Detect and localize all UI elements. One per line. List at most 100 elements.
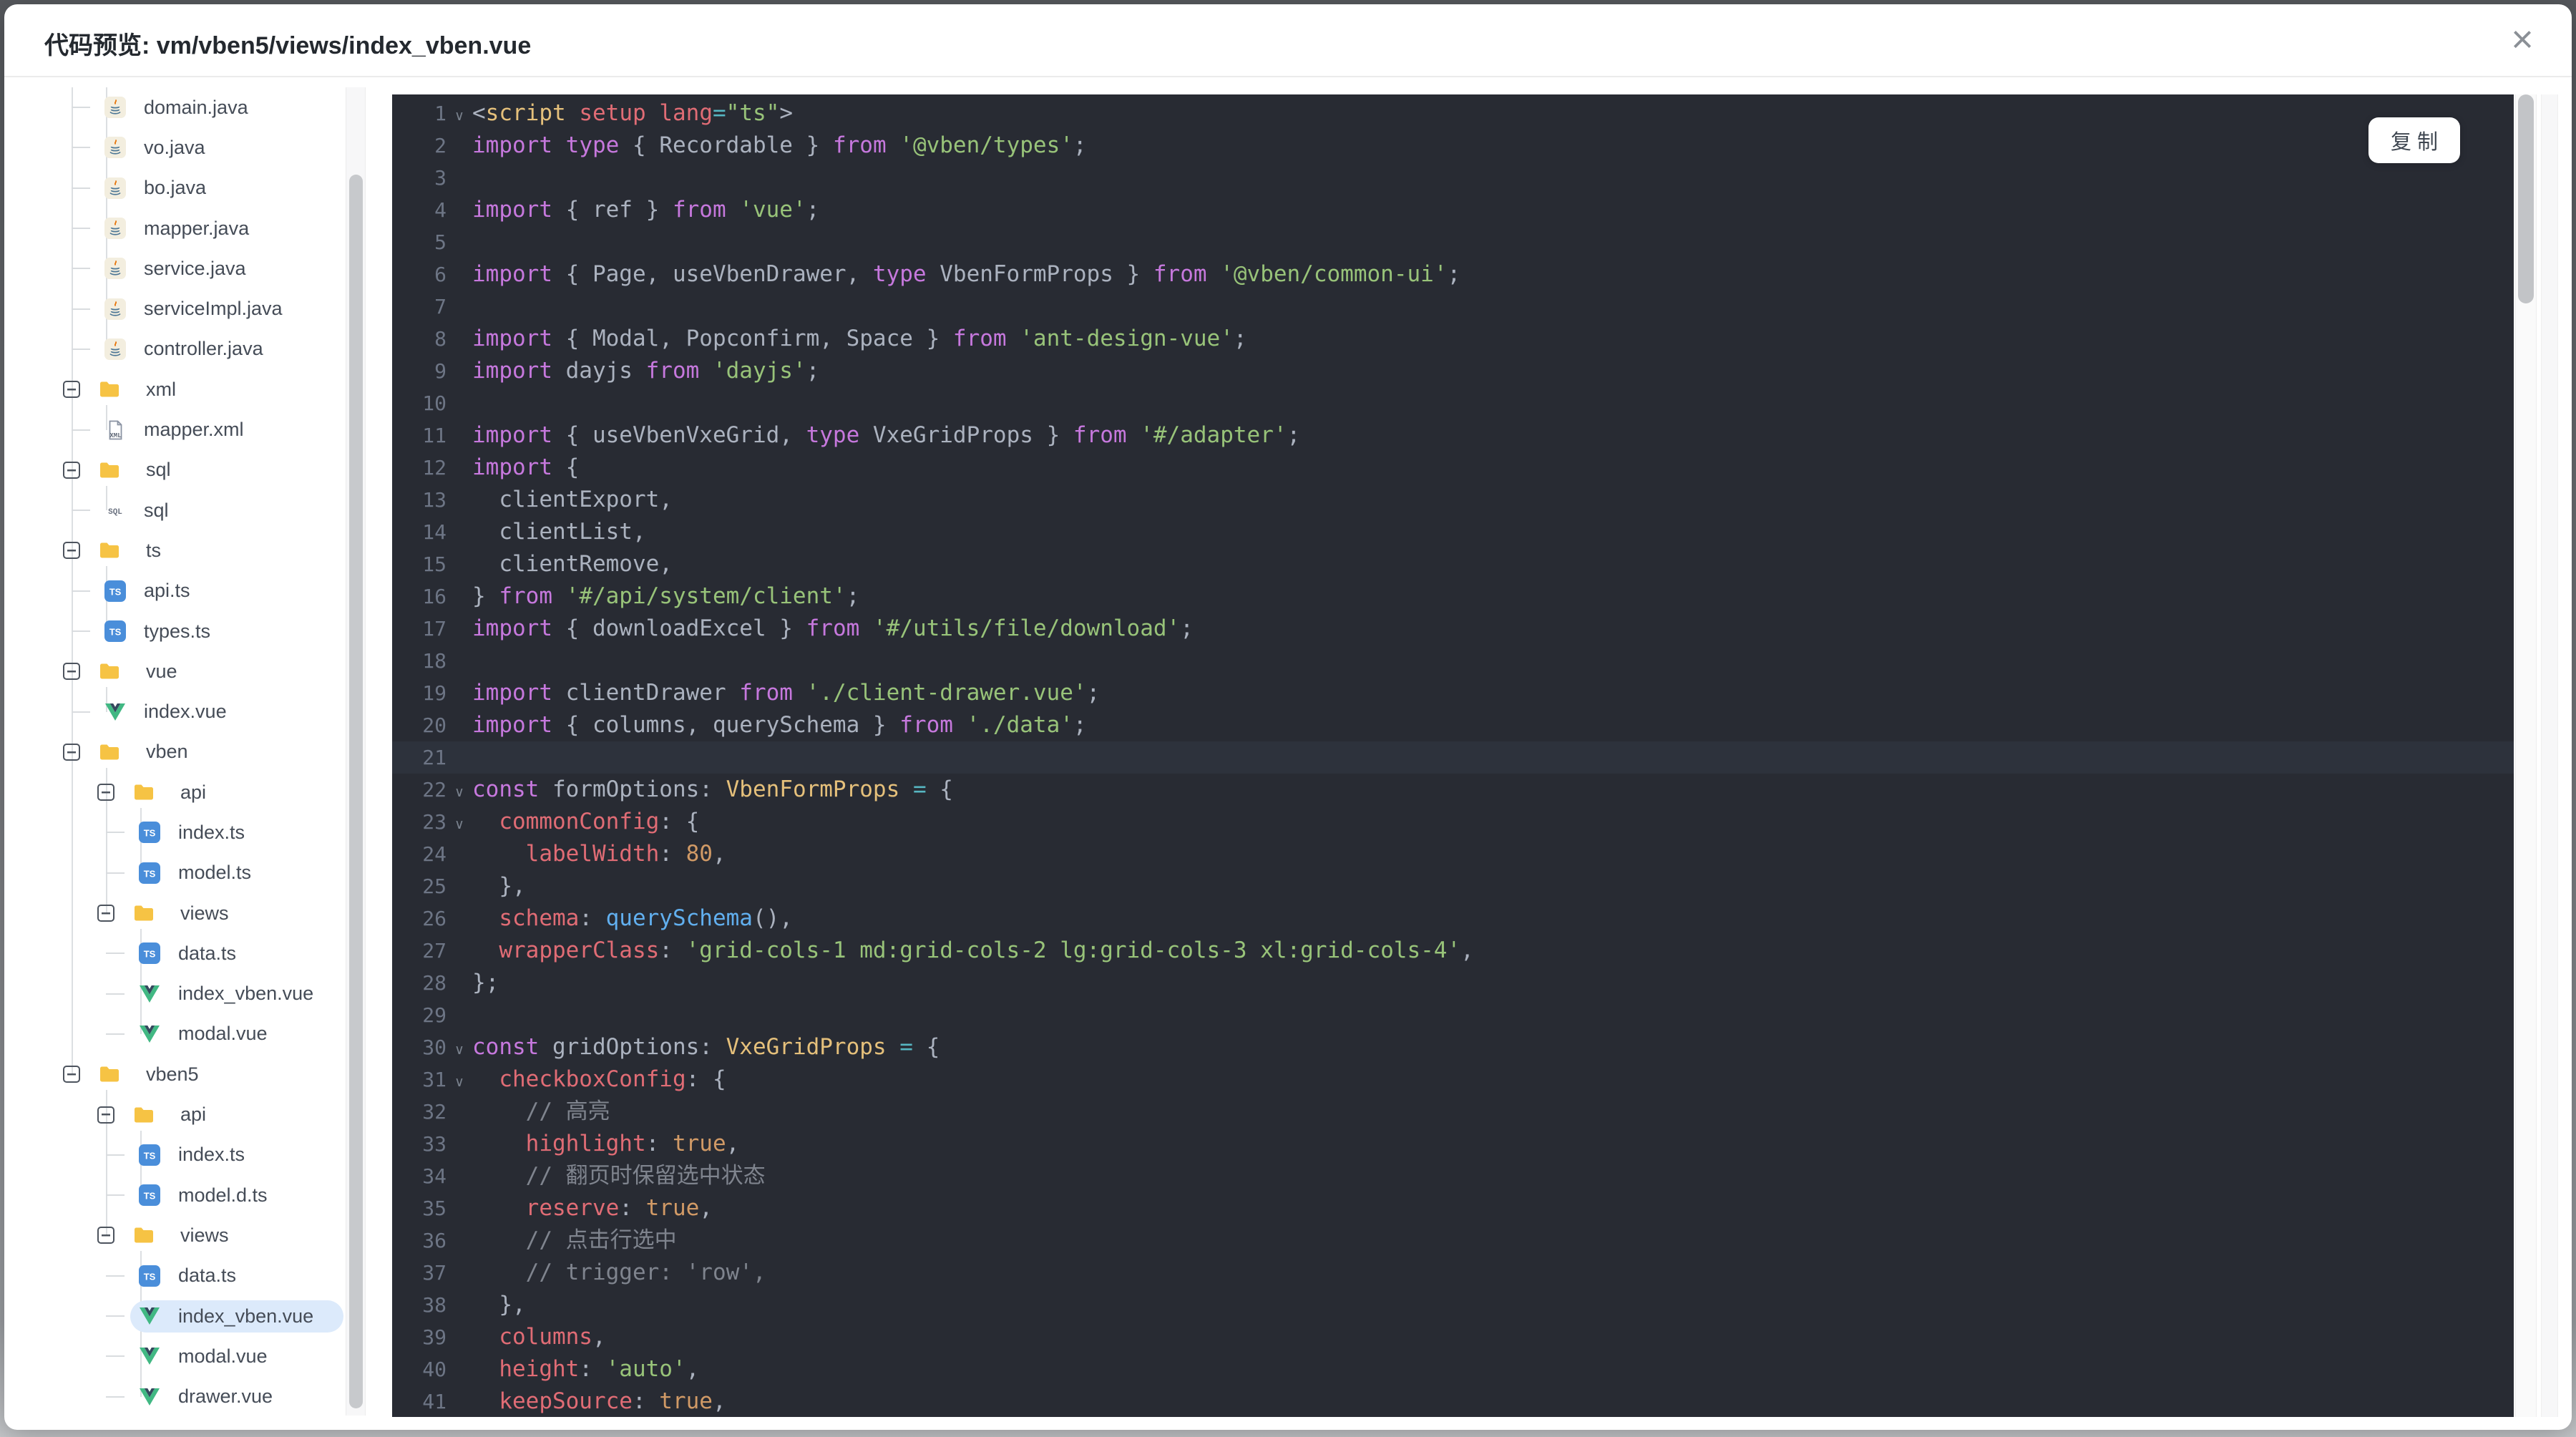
tree-file-modal-vue[interactable]: modal.vue — [4, 1336, 384, 1376]
tree-item[interactable]: vo.java — [96, 132, 235, 164]
fold-chevron-icon[interactable]: ∨ — [447, 1036, 472, 1058]
tree-folder-views[interactable]: views — [4, 893, 384, 933]
tree-file-serviceimpl-java[interactable]: serviceImpl.java — [4, 288, 384, 328]
tree-item[interactable]: TS model.d.ts — [130, 1179, 298, 1212]
tree-item[interactable]: SQL sql — [96, 495, 199, 527]
code-text: }, — [472, 873, 526, 899]
close-icon[interactable]: × — [2497, 14, 2547, 64]
code-line-18: 18 — [392, 645, 2514, 677]
collapse-expander-icon[interactable] — [63, 461, 80, 479]
tree-item-label: vben5 — [146, 1063, 199, 1085]
tree-item[interactable]: bo.java — [96, 172, 236, 204]
collapse-expander-icon[interactable] — [97, 1227, 114, 1244]
tree-folder-vben5[interactable]: vben5 — [4, 1054, 384, 1094]
code-text: height: 'auto', — [472, 1356, 700, 1382]
tree-item[interactable]: drawer.vue — [130, 1380, 303, 1413]
tree-item[interactable]: service.java — [96, 253, 276, 285]
tree-item[interactable]: TS data.ts — [130, 1260, 266, 1292]
tree-file-index-vben-vue[interactable]: index_vben.vue — [4, 974, 384, 1014]
tree-file-index-vue[interactable]: index.vue — [4, 691, 384, 731]
tree-file-service-java[interactable]: service.java — [4, 248, 384, 288]
collapse-expander-icon[interactable] — [97, 1106, 114, 1124]
fold-chevron-icon[interactable]: ∨ — [447, 779, 472, 801]
tree-item-label: views — [180, 902, 229, 924]
tree-item[interactable]: TS types.ts — [96, 615, 240, 648]
tree-folder-vue[interactable]: vue — [4, 651, 384, 691]
tree-file-bo-java[interactable]: bo.java — [4, 168, 384, 208]
tree-file-data-ts[interactable]: TS data.ts — [4, 933, 384, 973]
code-line-1: 1 ∨ <script setup lang="ts"> — [392, 97, 2514, 130]
line-number: 4 — [434, 198, 447, 222]
tree-item[interactable]: mapper.java — [96, 213, 279, 245]
tree-folder-views[interactable]: views — [4, 1215, 384, 1255]
tree-item-label: sql — [144, 499, 169, 521]
tree-file-mapper-java[interactable]: mapper.java — [4, 208, 384, 248]
tree-item[interactable]: TS data.ts — [130, 937, 266, 970]
fold-chevron-icon[interactable]: ∨ — [447, 1068, 472, 1091]
tree-file-domain-java[interactable]: domain.java — [4, 87, 384, 127]
typescript-file-icon: TS — [139, 1265, 160, 1287]
tree-file-index-ts[interactable]: TS index.ts — [4, 1135, 384, 1175]
copy-button[interactable]: 复 制 — [2368, 117, 2460, 163]
tree-file-api-ts[interactable]: TS api.ts — [4, 571, 384, 611]
collapse-expander-icon[interactable] — [63, 663, 80, 681]
tree-item[interactable]: index.vue — [96, 696, 257, 728]
tree-file-drawer-vue[interactable]: drawer.vue — [4, 1377, 384, 1417]
tree-folder-ts[interactable]: ts — [4, 530, 384, 570]
tree-connector — [106, 1033, 125, 1035]
outer-scrollbar-track[interactable] — [2541, 94, 2558, 1417]
tree-item[interactable]: domain.java — [96, 92, 278, 124]
tree-file-index-ts[interactable]: TS index.ts — [4, 812, 384, 852]
tree-folder-vben[interactable]: vben — [4, 732, 384, 772]
tree-item[interactable]: modal.vue — [130, 1340, 298, 1373]
tree-item[interactable]: modal.vue — [130, 1018, 298, 1050]
tree-item[interactable]: index_vben.vue — [130, 978, 343, 1010]
tree-file-types-ts[interactable]: TS types.ts — [4, 611, 384, 651]
collapse-expander-icon[interactable] — [97, 905, 114, 922]
tree-item[interactable]: TS model.ts — [130, 857, 281, 889]
tree-folder-api[interactable]: api — [4, 772, 384, 812]
collapse-expander-icon[interactable] — [63, 743, 80, 761]
tree-file-model-ts[interactable]: TS model.ts — [4, 853, 384, 893]
tree-item[interactable]: serviceImpl.java — [96, 293, 313, 325]
folder-icon — [135, 905, 153, 921]
tree-file-model-d-ts[interactable]: TS model.d.ts — [4, 1175, 384, 1215]
tree-connector — [72, 268, 90, 270]
tree-item[interactable]: TS index.ts — [130, 817, 275, 849]
code-text: } from '#/api/system/client'; — [472, 583, 860, 609]
code-text: commonConfig: { — [472, 809, 700, 834]
tree-item[interactable]: XML mapper.xml — [96, 414, 274, 446]
tree-folder-xml[interactable]: xml — [4, 369, 384, 409]
collapse-expander-icon[interactable] — [63, 1066, 80, 1083]
code-scrollbar-track[interactable] — [2515, 94, 2537, 1417]
collapse-expander-icon[interactable] — [97, 784, 114, 802]
tree-file-mapper-xml[interactable]: XML mapper.xml — [4, 409, 384, 449]
collapse-expander-icon[interactable] — [63, 381, 80, 399]
tree-file-controller-java[interactable]: controller.java — [4, 329, 384, 369]
tree-file-data-ts[interactable]: TS data.ts — [4, 1256, 384, 1296]
fold-chevron-icon[interactable]: ∨ — [447, 102, 472, 125]
code-line-29: 29 — [392, 999, 2514, 1031]
tree-file-vo-java[interactable]: vo.java — [4, 127, 384, 167]
fold-chevron-icon[interactable]: ∨ — [447, 811, 472, 833]
tree-scrollbar-track[interactable] — [346, 87, 366, 1416]
tree-file-modal-vue[interactable]: modal.vue — [4, 1014, 384, 1054]
tree-folder-sql[interactable]: sql — [4, 450, 384, 490]
tree-folder-api[interactable]: api — [4, 1094, 384, 1134]
tree-file-sql[interactable]: SQL sql — [4, 490, 384, 530]
tree-item[interactable]: controller.java — [96, 333, 293, 365]
collapse-expander-icon[interactable] — [63, 542, 80, 560]
tree-item[interactable]: TS index.ts — [130, 1139, 275, 1171]
tree-selected-item[interactable]: index_vben.vue — [130, 1300, 344, 1333]
code-scrollbar-thumb[interactable] — [2518, 94, 2534, 303]
tree-file-index-vben-vue[interactable]: index_vben.vue — [4, 1296, 384, 1336]
tree-item[interactable]: TS api.ts — [96, 575, 220, 607]
tree-scrollbar-thumb[interactable] — [349, 175, 363, 1408]
